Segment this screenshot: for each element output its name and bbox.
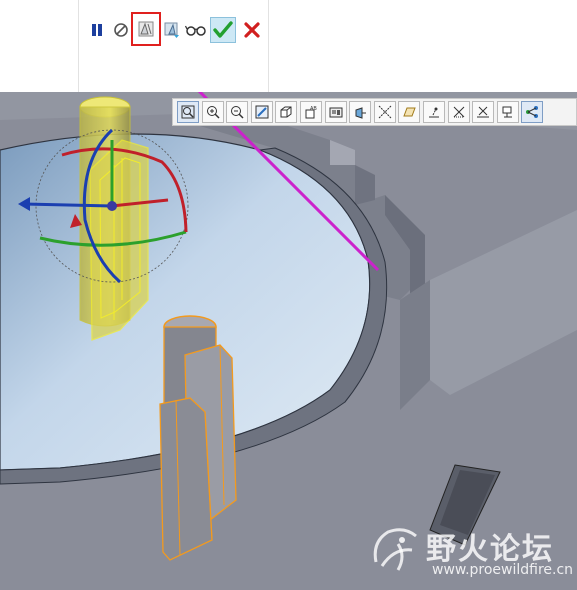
graphics-toolbar: AB	[172, 98, 577, 126]
perspective-icon	[355, 107, 367, 119]
dynamic-preview-button[interactable]	[162, 18, 182, 42]
datum-axis-display-button[interactable]	[373, 101, 396, 123]
spin-center-icon	[477, 106, 490, 118]
cancel-button[interactable]	[242, 18, 262, 42]
zoom-out-button[interactable]	[226, 101, 249, 123]
static-part-icon	[138, 21, 154, 37]
network-icon	[526, 106, 539, 118]
pause-button[interactable]	[88, 18, 106, 42]
pause-icon	[92, 24, 102, 36]
refit-button[interactable]	[177, 101, 199, 123]
display-style-button[interactable]	[275, 101, 298, 123]
verify-button[interactable]	[184, 18, 208, 42]
plane-display-icon	[403, 107, 417, 117]
green-checkmark-icon	[213, 21, 233, 38]
point-display-icon	[428, 107, 439, 118]
dynamic-part-icon	[164, 22, 179, 38]
datum-point-display-button[interactable]	[422, 101, 445, 123]
datum-plane-display-button[interactable]	[398, 101, 421, 123]
svg-text:AB: AB	[310, 106, 317, 112]
bird-logo-icon	[373, 528, 417, 571]
csys-display-icon	[453, 106, 464, 118]
static-preview-button[interactable]	[131, 12, 161, 46]
repaint-icon	[255, 105, 269, 119]
zoom-fit-icon	[181, 105, 195, 119]
annotation-display-button[interactable]	[496, 101, 519, 123]
no-preview-button[interactable]	[111, 18, 131, 42]
zoom-in-button[interactable]	[201, 101, 224, 123]
saved-orientations-icon: AB	[305, 106, 317, 119]
red-x-icon	[244, 22, 260, 38]
saved-views-button[interactable]: AB	[299, 101, 322, 123]
zoom-in-icon	[206, 106, 220, 119]
csys-display-button[interactable]	[447, 101, 470, 123]
network-display-button[interactable]	[521, 101, 544, 123]
spin-center-display-button[interactable]	[472, 101, 495, 123]
move-dashboard	[0, 0, 577, 92]
apply-button[interactable]	[210, 17, 236, 43]
model-scene[interactable]	[0, 92, 577, 590]
dashboard-separator	[268, 0, 269, 92]
view-manager-button[interactable]	[324, 101, 347, 123]
glasses-icon	[185, 25, 206, 36]
circle-slash-icon	[114, 23, 128, 37]
repaint-button[interactable]	[250, 101, 273, 123]
dashboard-separator	[78, 0, 79, 92]
perspective-button[interactable]	[349, 101, 372, 123]
view-manager-icon	[329, 107, 343, 118]
watermark-url: www.proewildfire.cn	[432, 562, 574, 578]
graphics-window[interactable]: 野火论坛 www.proewildfire.cn	[0, 92, 577, 590]
annotation-display-icon	[502, 106, 512, 118]
axis-display-icon	[378, 105, 392, 119]
forum-watermark: 野火论坛 www.proewildfire.cn	[368, 522, 573, 584]
zoom-out-icon	[231, 106, 244, 119]
display-style-icon	[280, 106, 292, 118]
